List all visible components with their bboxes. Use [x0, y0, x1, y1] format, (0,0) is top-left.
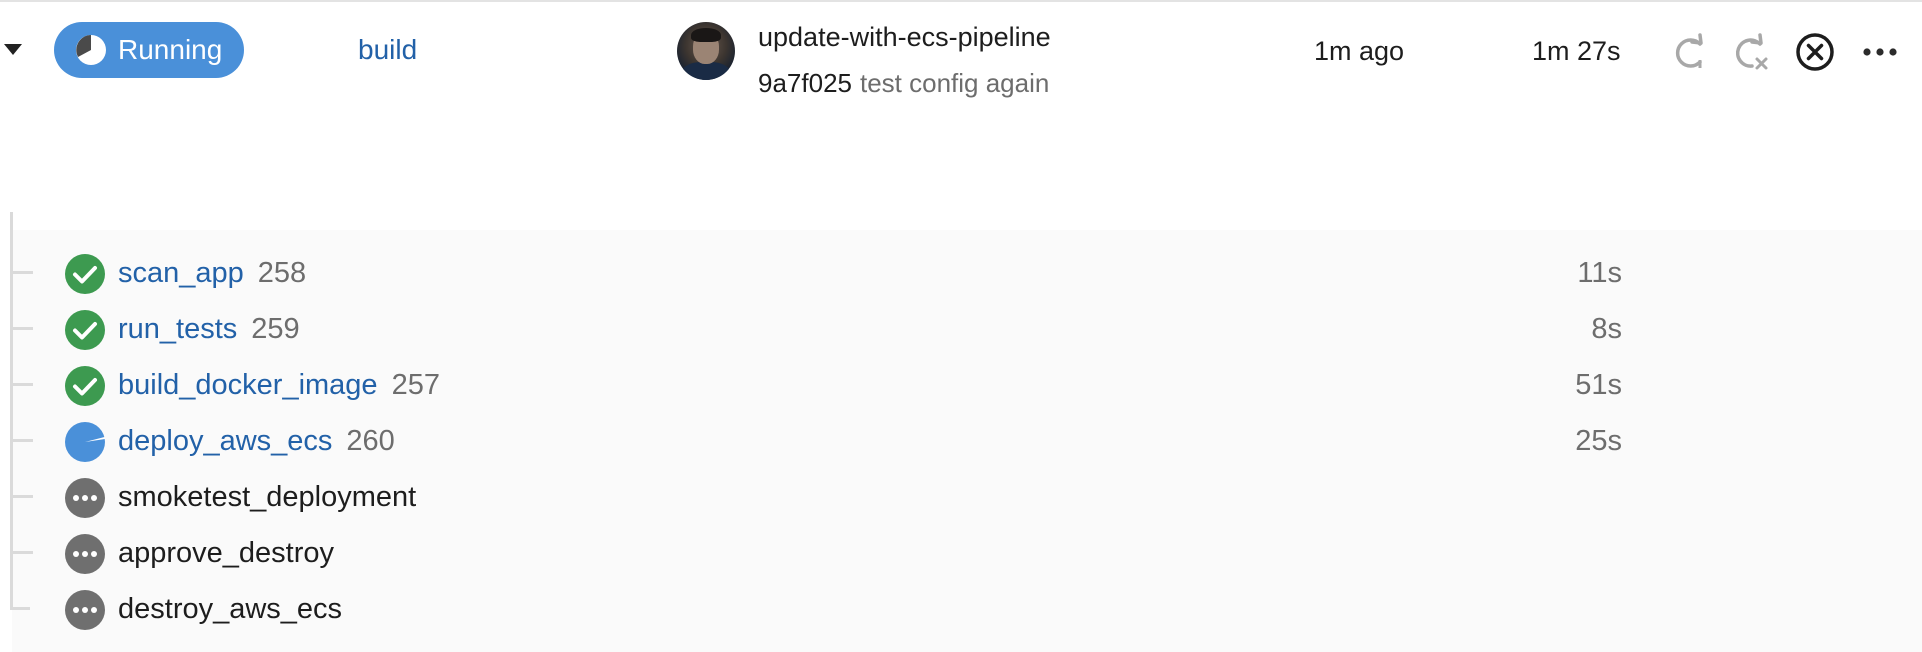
- rerun-icon: [1675, 33, 1703, 68]
- job-duration: 8s: [1591, 313, 1622, 345]
- job-name: smoketest_deployment: [118, 481, 417, 513]
- job-row: destroy_aws_ecs: [0, 581, 1922, 637]
- collapse-caret-icon[interactable]: [4, 44, 22, 55]
- status-label: Running: [118, 34, 223, 65]
- cancel-button[interactable]: [1795, 32, 1835, 72]
- queued-icon: [64, 477, 106, 519]
- running-icon: [64, 421, 106, 463]
- job-duration: 25s: [1575, 425, 1622, 457]
- job-name[interactable]: deploy_aws_ecs 260: [118, 425, 395, 458]
- job-row[interactable]: run_tests 259 8s: [0, 301, 1922, 357]
- job-name[interactable]: scan_app 258: [118, 257, 306, 290]
- pipeline-duration: 1m 27s: [1532, 36, 1621, 66]
- job-duration: 11s: [1577, 257, 1622, 289]
- status-badge: Running: [54, 22, 244, 78]
- branch-name: update-with-ecs-pipeline: [758, 22, 1051, 52]
- pipeline-row: Running build update-with-ecs-pipeline 9…: [0, 0, 1922, 110]
- success-icon: [64, 309, 106, 351]
- queued-icon: [64, 533, 106, 575]
- job-number: 257: [391, 369, 440, 401]
- success-icon: [64, 253, 106, 295]
- job-row: approve_destroy: [0, 525, 1922, 581]
- commit-message: test config again: [859, 68, 1050, 98]
- job-name: approve_destroy: [118, 537, 335, 569]
- rerun-button[interactable]: [1670, 32, 1710, 72]
- job-number: 260: [346, 425, 395, 457]
- job-row[interactable]: deploy_aws_ecs 260 25s: [0, 413, 1922, 469]
- job-row[interactable]: build_docker_image 257 51s: [0, 357, 1922, 413]
- commit-line: 9a7f025 test config again: [758, 68, 1049, 99]
- workflow-link[interactable]: build: [358, 34, 417, 66]
- more-icon: [1863, 48, 1897, 56]
- job-name[interactable]: build_docker_image 257: [118, 369, 440, 402]
- rerun-from-failed-icon: [1735, 33, 1768, 70]
- job-name[interactable]: run_tests 259: [118, 313, 300, 346]
- running-status-icon: [76, 35, 106, 65]
- avatar: [677, 22, 735, 80]
- job-row[interactable]: scan_app 258 11s: [0, 245, 1922, 301]
- rerun-from-failed-button[interactable]: [1730, 32, 1770, 72]
- job-name: destroy_aws_ecs: [118, 593, 343, 625]
- more-button[interactable]: [1860, 32, 1900, 72]
- job-row: smoketest_deployment: [0, 469, 1922, 525]
- job-duration: 51s: [1575, 369, 1622, 401]
- job-number: 259: [251, 313, 300, 345]
- queued-icon: [64, 589, 106, 631]
- job-number: 258: [257, 257, 307, 289]
- started-time: 1m ago: [1314, 36, 1405, 66]
- commit-hash[interactable]: 9a7f025: [758, 68, 852, 98]
- success-icon: [64, 365, 106, 407]
- cancel-icon: [1796, 33, 1834, 71]
